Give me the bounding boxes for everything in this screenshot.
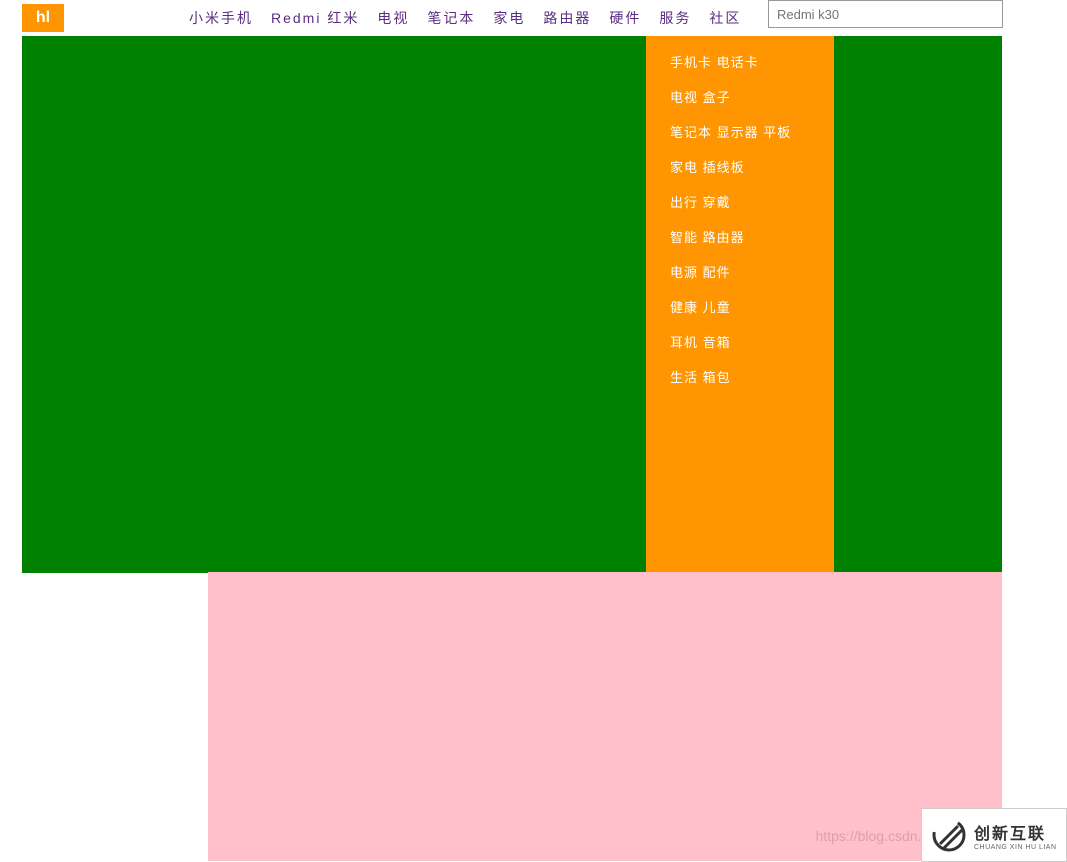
corner-logo: 创新互联 CHUANG XIN HU LIAN <box>921 808 1067 862</box>
sidebar-item-headphone-speaker[interactable]: 耳机 音箱 <box>646 324 834 359</box>
logo[interactable]: hl <box>22 4 64 32</box>
sidebar-item-laptop-monitor[interactable]: 笔记本 显示器 平板 <box>646 114 834 149</box>
nav-item-community[interactable]: 社区 <box>709 8 741 28</box>
logo-text: hl <box>36 9 50 27</box>
sidebar-item-smart-router[interactable]: 智能 路由器 <box>646 219 834 254</box>
nav-item-router[interactable]: 路由器 <box>543 8 591 28</box>
header: hl 小米手机 Redmi 红米 电视 笔记本 家电 路由器 硬件 服务 社区 <box>0 0 1067 36</box>
nav-item-laptop[interactable]: 笔记本 <box>427 8 475 28</box>
nav-item-service[interactable]: 服务 <box>659 8 691 28</box>
nav-item-hardware[interactable]: 硬件 <box>609 8 641 28</box>
search-input[interactable] <box>768 0 1003 28</box>
nav-item-tv[interactable]: 电视 <box>377 8 409 28</box>
nav-item-phone[interactable]: 小米手机 <box>189 8 253 28</box>
watermark-text: https://blog.csdn.ne <box>816 828 937 844</box>
sidebar-item-appliance[interactable]: 家电 插线板 <box>646 149 834 184</box>
corner-logo-en: CHUANG XIN HU LIAN <box>974 844 1057 851</box>
sidebar-item-tv-box[interactable]: 电视 盒子 <box>646 79 834 114</box>
corner-logo-cn: 创新互联 <box>974 820 1057 844</box>
content-box <box>208 572 1002 861</box>
sidebar-item-travel-wear[interactable]: 出行 穿戴 <box>646 184 834 219</box>
nav-item-redmi[interactable]: Redmi 红米 <box>271 8 359 28</box>
nav-item-appliance[interactable]: 家电 <box>493 8 525 28</box>
sidebar-item-phone-card[interactable]: 手机卡 电话卡 <box>646 44 834 79</box>
sidebar-item-life-bag[interactable]: 生活 箱包 <box>646 359 834 394</box>
sidebar-item-power[interactable]: 电源 配件 <box>646 254 834 289</box>
corner-logo-text: 创新互联 CHUANG XIN HU LIAN <box>974 820 1057 851</box>
category-sidebar: 手机卡 电话卡 电视 盒子 笔记本 显示器 平板 家电 插线板 出行 穿戴 智能… <box>646 36 834 573</box>
corner-logo-icon <box>930 816 968 854</box>
nav: 小米手机 Redmi 红米 电视 笔记本 家电 路由器 硬件 服务 社区 <box>189 8 741 28</box>
banner-area <box>22 36 1002 573</box>
sidebar-item-health-kids[interactable]: 健康 儿童 <box>646 289 834 324</box>
